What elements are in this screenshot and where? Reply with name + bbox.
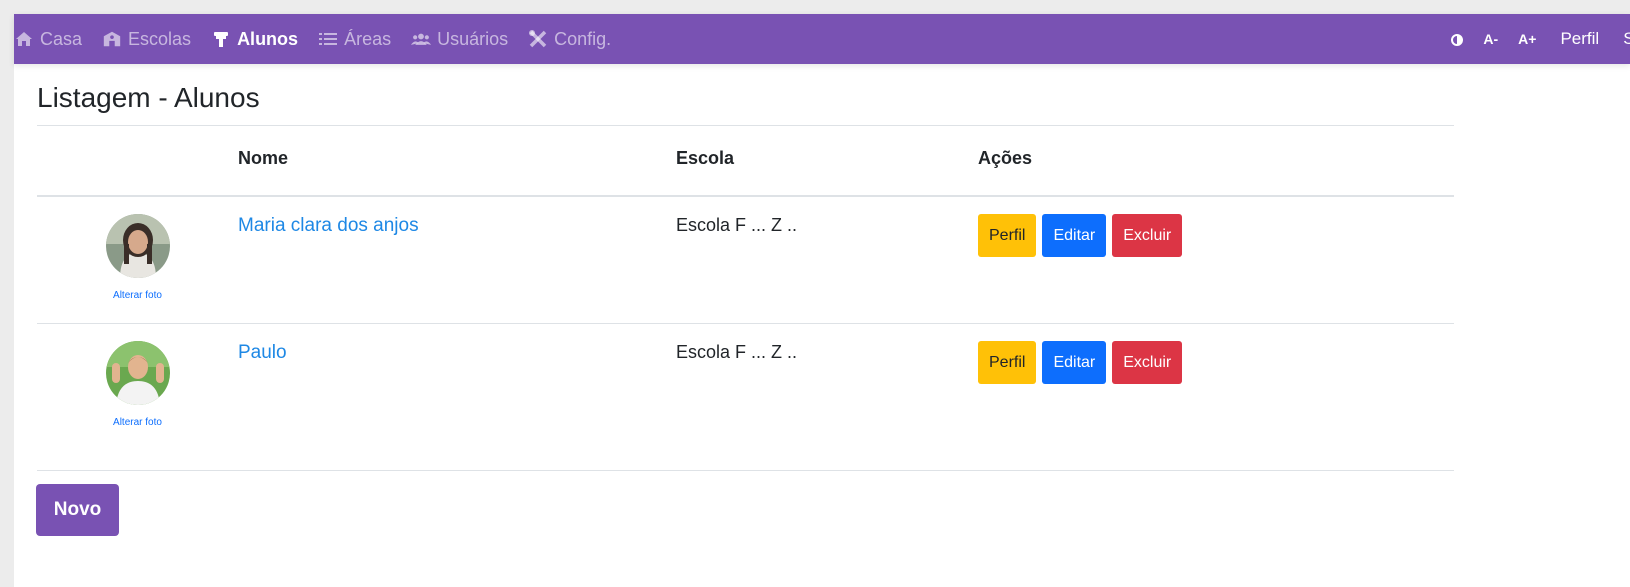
nav-logout-link[interactable]: Sa xyxy=(1623,29,1630,49)
contrast-icon xyxy=(1451,29,1464,48)
change-photo-link[interactable]: Alterar foto xyxy=(37,290,238,301)
student-school: Escola F ... Z .. xyxy=(676,215,798,235)
actions-cell: Perfil Editar Excluir xyxy=(978,323,1454,471)
name-cell: Maria clara dos anjos xyxy=(238,196,676,324)
table-row: Alterar foto Maria clara dos anjos Escol… xyxy=(37,196,1454,324)
list-icon xyxy=(318,29,338,49)
nav-item-usuarios[interactable]: Usuários xyxy=(411,29,508,50)
nav-item-config[interactable]: Config. xyxy=(528,29,611,50)
nav-profile-link[interactable]: Perfil xyxy=(1560,29,1599,49)
tools-icon xyxy=(528,29,548,49)
row-actions: Perfil Editar Excluir xyxy=(978,341,1454,384)
name-cell: Paulo xyxy=(238,323,676,471)
edit-button[interactable]: Editar xyxy=(1042,341,1107,384)
nav-item-casa[interactable]: Casa xyxy=(14,29,82,50)
school-icon xyxy=(102,29,122,49)
table-header-row: Nome Escola Ações xyxy=(37,140,1454,197)
edit-button[interactable]: Editar xyxy=(1042,214,1107,257)
actions-cell: Perfil Editar Excluir xyxy=(978,196,1454,324)
change-photo-link[interactable]: Alterar foto xyxy=(37,417,238,428)
header-name: Nome xyxy=(238,140,676,197)
students-table: Nome Escola Ações Alterar foto Maria cla… xyxy=(37,140,1454,471)
header-photo xyxy=(37,140,238,197)
student-avatar[interactable] xyxy=(105,214,170,278)
nav-item-label: Casa xyxy=(40,28,83,49)
page-title: Listagem - Alunos xyxy=(37,82,260,113)
font-increase-button[interactable]: A+ xyxy=(1518,31,1536,47)
delete-button[interactable]: Excluir xyxy=(1112,214,1183,257)
nav-right-tools: A- A+ Perfil Sa xyxy=(1451,14,1630,64)
nav-item-label: Alunos xyxy=(237,28,299,49)
users-icon xyxy=(411,29,432,49)
student-icon xyxy=(211,29,231,49)
photo-cell: Alterar foto xyxy=(37,323,238,471)
row-actions: Perfil Editar Excluir xyxy=(978,214,1454,257)
school-cell: Escola F ... Z .. xyxy=(676,323,978,471)
nav-item-label: Escolas xyxy=(128,28,192,49)
student-name-link[interactable]: Maria clara dos anjos xyxy=(238,215,419,237)
contrast-toggle-button[interactable] xyxy=(1451,29,1464,49)
nav-item-label: Áreas xyxy=(344,28,392,49)
new-student-button[interactable]: Novo xyxy=(36,484,119,536)
student-avatar[interactable] xyxy=(105,341,170,405)
profile-button[interactable]: Perfil xyxy=(978,214,1037,257)
home-icon xyxy=(14,29,34,49)
font-decrease-button[interactable]: A- xyxy=(1483,31,1498,47)
header-actions: Ações xyxy=(978,140,1454,197)
profile-button[interactable]: Perfil xyxy=(978,341,1037,384)
student-school: Escola F ... Z .. xyxy=(676,342,798,362)
nav-menu: Casa Escolas Alunos Áreas Usuários Confi… xyxy=(14,14,631,64)
nav-item-escolas[interactable]: Escolas xyxy=(102,29,191,50)
delete-button[interactable]: Excluir xyxy=(1112,341,1183,384)
student-name-link[interactable]: Paulo xyxy=(238,342,287,364)
school-cell: Escola F ... Z .. xyxy=(676,196,978,324)
header-school: Escola xyxy=(676,140,978,197)
nav-item-alunos[interactable]: Alunos xyxy=(211,29,298,50)
table-row: Alterar foto Paulo Escola F ... Z .. Per… xyxy=(37,323,1454,471)
photo-cell: Alterar foto xyxy=(37,196,238,324)
top-navbar: Casa Escolas Alunos Áreas Usuários Confi… xyxy=(14,14,1630,64)
nav-item-label: Usuários xyxy=(437,28,509,49)
divider xyxy=(37,125,1454,126)
nav-item-areas[interactable]: Áreas xyxy=(318,29,391,50)
app-frame: Casa Escolas Alunos Áreas Usuários Confi… xyxy=(14,14,1630,587)
nav-item-label: Config. xyxy=(554,28,612,49)
